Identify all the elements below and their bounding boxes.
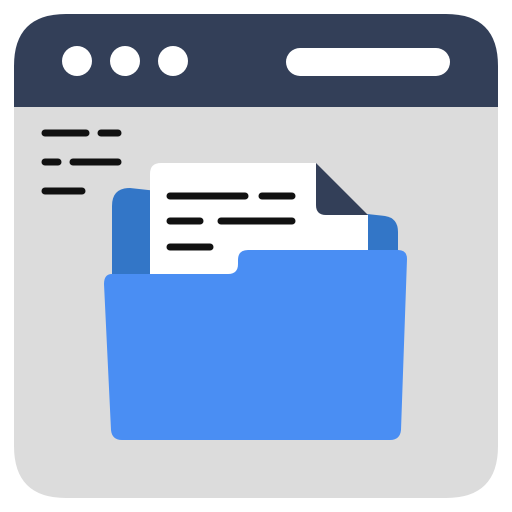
- window-dot-1-icon: [62, 46, 92, 76]
- browser-folder-icon: [0, 0, 512, 512]
- window-dot-2-icon: [110, 46, 140, 76]
- folder-front-icon: [104, 250, 407, 440]
- address-bar: [286, 48, 450, 76]
- window-dot-3-icon: [158, 46, 188, 76]
- browser-folder-icon-art: [14, 14, 498, 498]
